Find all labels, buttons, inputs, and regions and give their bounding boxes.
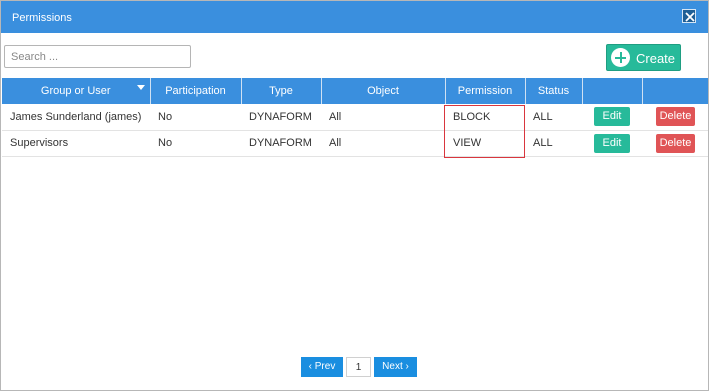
plus-circle-icon [611,48,630,67]
cell-permission: VIEW [445,130,525,157]
cell-type: DYNAFORM [241,104,321,131]
page-number-button[interactable]: 1 [346,357,371,377]
column-header-group-or-user[interactable]: Group or User [2,78,151,104]
delete-button[interactable]: Delete [656,107,695,127]
cell-participation: No [150,130,241,157]
cell-type: DYNAFORM [241,130,321,157]
column-header-edit [582,78,643,104]
edit-button[interactable]: Edit [594,107,630,127]
dialog-title: Permissions [12,12,72,24]
cell-edit: Edit [582,104,642,131]
column-header-status[interactable]: Status [525,78,583,104]
table-header-row: Group or User Participation Type Object … [2,78,708,104]
permissions-dialog: Permissions Create Group or User Partici… [0,0,709,391]
cell-permission: BLOCK [445,104,525,131]
search-input[interactable] [4,45,191,68]
cell-status: ALL [525,104,582,131]
cell-group-or-user: Supervisors [2,130,150,157]
column-header-type[interactable]: Type [241,78,322,104]
permissions-table: Group or User Participation Type Object … [2,78,708,157]
cell-group-or-user: James Sunderland (james) [2,104,150,131]
create-button[interactable]: Create [606,44,681,71]
dialog-titlebar: Permissions [1,1,708,33]
table-row: Supervisors No DYNAFORM All VIEW ALL Edi… [2,130,708,157]
table-row: James Sunderland (james) No DYNAFORM All… [2,104,708,131]
delete-button[interactable]: Delete [656,133,695,153]
column-header-delete [642,78,708,104]
cell-edit: Edit [582,130,642,157]
prev-page-button[interactable]: ‹ Prev [301,357,343,377]
cell-participation: No [150,104,241,131]
next-page-button[interactable]: Next › [374,357,417,377]
cell-delete: Delete [642,130,708,157]
sort-down-icon[interactable] [136,85,145,90]
column-header-permission[interactable]: Permission [445,78,526,104]
column-header-object[interactable]: Object [321,78,446,104]
edit-button[interactable]: Edit [594,133,630,153]
cell-object: All [321,130,445,157]
cell-delete: Delete [642,104,708,131]
column-header-participation[interactable]: Participation [150,78,242,104]
cell-status: ALL [525,130,582,157]
cell-object: All [321,104,445,131]
create-button-label: Create [636,51,676,66]
close-icon[interactable] [682,9,696,23]
